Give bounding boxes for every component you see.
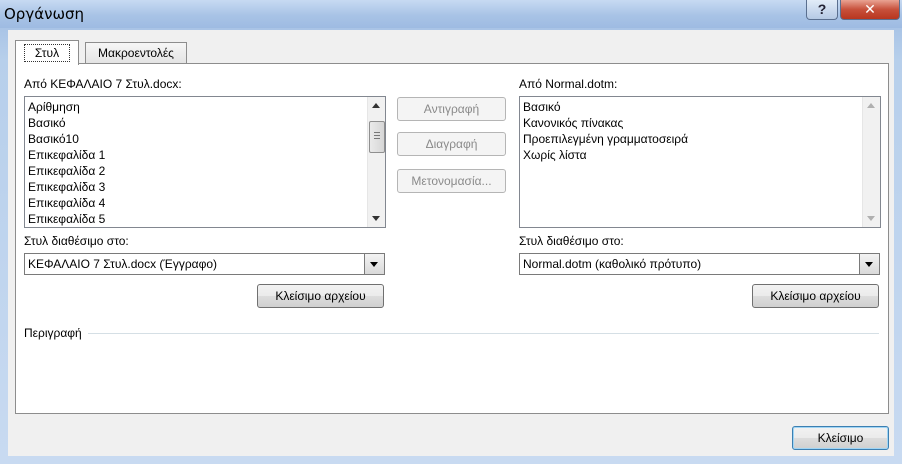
list-item[interactable]: Χωρίς λίστα bbox=[523, 147, 688, 163]
organizer-dialog: Οργάνωση ? ✕ Στυλ Μακροεντολές Από ΚΕΦΑΛ… bbox=[0, 0, 902, 464]
scroll-up-icon[interactable] bbox=[372, 103, 380, 108]
right-scrollbar[interactable] bbox=[862, 97, 880, 227]
list-item[interactable]: Επικεφαλίδα 1 bbox=[28, 147, 105, 163]
right-close-file-button[interactable]: Κλείσιμο αρχείου bbox=[752, 284, 879, 308]
help-button[interactable]: ? bbox=[806, 0, 838, 20]
list-item[interactable]: Επικεφαλίδα 2 bbox=[28, 163, 105, 179]
tab-macros[interactable]: Μακροεντολές bbox=[85, 42, 187, 64]
scroll-down-icon[interactable] bbox=[372, 216, 380, 221]
rename-button[interactable]: Μετονομασία... bbox=[397, 169, 506, 193]
left-source-label: Από ΚΕΦΑΛΑΙΟ 7 Στυλ.docx: bbox=[24, 77, 182, 91]
tab-styles-label: Στυλ bbox=[23, 44, 71, 62]
right-available-label: Στυλ διαθέσιμο στο: bbox=[519, 234, 624, 248]
right-source-label: Από Normal.dotm: bbox=[519, 77, 618, 91]
list-item[interactable]: Βασικό bbox=[523, 99, 688, 115]
list-item[interactable]: Επικεφαλίδα 4 bbox=[28, 195, 105, 211]
chevron-down-icon[interactable] bbox=[364, 254, 384, 274]
styles-panel: Από ΚΕΦΑΛΑΙΟ 7 Στυλ.docx: Αρίθμηση Βασικό… bbox=[15, 63, 889, 414]
window-close-button[interactable]: ✕ bbox=[840, 0, 900, 20]
left-close-file-button[interactable]: Κλείσιμο αρχείου bbox=[257, 284, 384, 308]
scroll-thumb[interactable] bbox=[369, 121, 385, 153]
list-item[interactable]: Προεπιλεγμένη γραμματοσειρά bbox=[523, 131, 688, 147]
left-available-label: Στυλ διαθέσιμο στο: bbox=[24, 234, 129, 248]
left-scrollbar[interactable] bbox=[367, 97, 385, 227]
left-items: Αρίθμηση Βασικό Βασικό10 Επικεφαλίδα 1 Επικε… bbox=[28, 99, 105, 227]
description-divider bbox=[88, 333, 879, 334]
right-available-value: Normal.dotm (καθολικό πρότυπο) bbox=[523, 257, 702, 271]
right-styles-list[interactable]: Βασικό Κανονικός πίνακας Προεπιλεγμένη γρα… bbox=[519, 96, 881, 228]
description-label: Περιγραφή bbox=[24, 326, 82, 340]
list-item[interactable]: Αρίθμηση bbox=[28, 99, 105, 115]
scroll-down-icon[interactable] bbox=[867, 216, 875, 221]
delete-button[interactable]: Διαγραφή bbox=[397, 132, 506, 156]
copy-button[interactable]: Αντιγραφή bbox=[397, 97, 506, 121]
window-title: Οργάνωση bbox=[4, 5, 85, 23]
left-available-select[interactable]: ΚΕΦΑΛΑΙΟ 7 Στυλ.docx (Έγγραφο) bbox=[24, 253, 385, 275]
right-available-select[interactable]: Normal.dotm (καθολικό πρότυπο) bbox=[519, 253, 880, 275]
list-item[interactable]: Επικεφαλίδα 5 bbox=[28, 211, 105, 227]
list-item[interactable]: Επικεφαλίδα 3 bbox=[28, 179, 105, 195]
close-button[interactable]: Κλείσιμο bbox=[792, 426, 889, 450]
title-bar: Οργάνωση ? ✕ bbox=[0, 0, 902, 28]
left-styles-list[interactable]: Αρίθμηση Βασικό Βασικό10 Επικεφαλίδα 1 Επικε… bbox=[24, 96, 386, 228]
scroll-up-icon[interactable] bbox=[867, 103, 875, 108]
left-available-value: ΚΕΦΑΛΑΙΟ 7 Στυλ.docx (Έγγραφο) bbox=[28, 257, 218, 271]
list-item[interactable]: Βασικό bbox=[28, 115, 105, 131]
dialog-client: Στυλ Μακροεντολές Από ΚΕΦΑΛΑΙΟ 7 Στυλ.do… bbox=[8, 30, 894, 456]
right-items: Βασικό Κανονικός πίνακας Προεπιλεγμένη γρα… bbox=[523, 99, 688, 163]
list-item[interactable]: Κανονικός πίνακας bbox=[523, 115, 688, 131]
list-item[interactable]: Βασικό10 bbox=[28, 131, 105, 147]
chevron-down-icon[interactable] bbox=[859, 254, 879, 274]
tab-styles[interactable]: Στυλ bbox=[15, 40, 79, 65]
